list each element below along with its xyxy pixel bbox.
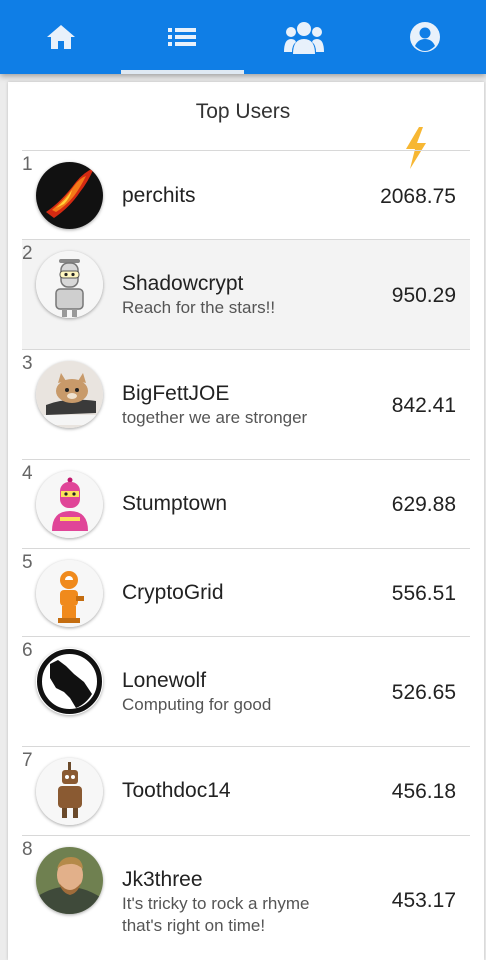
home-icon <box>47 25 75 49</box>
username: BigFettJOE <box>122 382 230 405</box>
account-icon <box>410 22 440 52</box>
orange-robot-avatar <box>36 560 103 627</box>
tab-account[interactable] <box>364 0 486 74</box>
score-value: 453.17 <box>391 889 456 912</box>
list-item[interactable]: 7 Toothdoc14 456.18 <box>22 746 470 835</box>
score-value: 526.65 <box>391 681 456 704</box>
page-title: Top Users <box>195 100 291 123</box>
wolf-avatar <box>36 648 103 715</box>
rank-number: 8 <box>22 839 33 860</box>
brown-robot-avatar <box>36 758 103 825</box>
cat-avatar <box>36 361 103 428</box>
photo-avatar <box>36 847 103 914</box>
list-item[interactable]: 2 Shadowcrypt Reach for the stars!! 950.… <box>22 239 470 349</box>
score-value: 629.88 <box>391 493 456 516</box>
username: perchits <box>122 184 196 207</box>
username: Jk3three <box>122 868 203 891</box>
list-item[interactable]: 3 BigFettJOE together we are stronger 84… <box>22 349 470 459</box>
list-item[interactable]: 8 Jk3three It's tricky to rock a rhyme t… <box>22 835 470 960</box>
user-list: 1 perchits 2068.75 2 Shadowcrypt Reach f… <box>22 150 470 960</box>
list-item[interactable]: 1 perchits 2068.75 <box>22 150 470 239</box>
tab-team[interactable] <box>243 0 365 74</box>
flame-avatar <box>36 162 103 229</box>
user-motto: It's tricky to rock a rhyme that's right… <box>122 894 310 935</box>
rank-number: 4 <box>22 463 33 484</box>
tab-leaderboard[interactable] <box>121 0 243 74</box>
rank-number: 6 <box>22 640 33 661</box>
top-nav-bar <box>0 0 486 74</box>
score-value: 2068.75 <box>380 185 456 208</box>
username: Stumptown <box>122 492 228 515</box>
list-item[interactable]: 6 Lonewolf Computing for good 526.65 <box>22 636 470 746</box>
list-icon <box>168 28 196 46</box>
score-value: 842.41 <box>391 394 456 417</box>
pink-robot-avatar <box>36 471 103 538</box>
rank-number: 3 <box>22 353 33 374</box>
score-value: 556.51 <box>391 582 456 605</box>
username: Lonewolf <box>122 669 207 692</box>
rank-number: 7 <box>22 750 33 771</box>
tab-home[interactable] <box>0 0 122 74</box>
score-value: 456.18 <box>391 780 456 803</box>
rank-number: 1 <box>22 154 33 175</box>
rank-number: 5 <box>22 552 33 573</box>
user-motto: together we are stronger <box>122 408 308 427</box>
username: CryptoGrid <box>122 581 224 604</box>
username: Shadowcrypt <box>122 272 244 295</box>
robot-avatar <box>36 251 103 318</box>
user-motto: Reach for the stars!! <box>122 298 276 317</box>
team-icon <box>284 22 324 54</box>
list-item[interactable]: 5 CryptoGrid 556.51 <box>22 548 470 636</box>
selected-tab-indicator <box>121 70 244 74</box>
rank-number: 2 <box>22 243 33 264</box>
list-item[interactable]: 4 Stumptown 629.88 <box>22 459 470 548</box>
score-value: 950.29 <box>391 284 456 307</box>
username: Toothdoc14 <box>122 779 231 802</box>
user-motto: Computing for good <box>122 695 272 714</box>
